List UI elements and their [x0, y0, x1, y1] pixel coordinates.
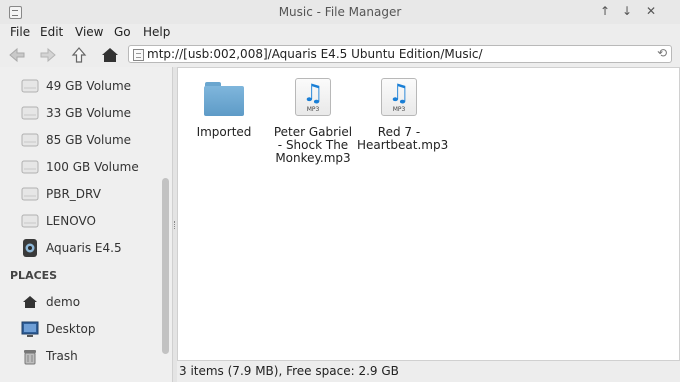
file-item-mp3[interactable]: ♫ MP3 Peter Gabriel - Shock The Monkey.m…	[271, 78, 355, 165]
up-icon	[71, 47, 87, 63]
file-name: Imported	[196, 125, 252, 139]
drive-icon	[21, 79, 39, 93]
home-icon	[23, 296, 37, 308]
sidebar-place-desktop[interactable]: Desktop	[0, 316, 160, 343]
location-document-icon	[133, 49, 144, 61]
location-bar[interactable]: mtp://[usb:002,008]/Aquaris E4.5 Ubuntu …	[128, 45, 672, 63]
menu-edit[interactable]: Edit	[40, 25, 63, 39]
status-bar: 3 items (7.9 MB), Free space: 2.9 GB	[177, 361, 680, 382]
drive-icon	[21, 187, 39, 201]
sidebar-device-aquaris[interactable]: Aquaris E4.5	[0, 235, 160, 262]
reload-icon[interactable]: ⟲	[657, 46, 667, 60]
file-manager-window: Music - File Manager ↑ ↓ ✕ File Edit Vie…	[0, 0, 680, 382]
window-title: Music - File Manager	[278, 5, 402, 19]
back-button[interactable]	[6, 45, 28, 65]
mp3-file-icon: ♫ MP3	[381, 78, 417, 116]
sidebar-place-trash[interactable]: Trash	[0, 343, 160, 370]
sidebar-device-49gb[interactable]: 49 GB Volume	[0, 73, 160, 100]
sidebar-device-85gb[interactable]: 85 GB Volume	[0, 127, 160, 154]
phone-icon	[23, 239, 37, 257]
drive-icon	[21, 214, 39, 228]
places-heading: PLACES	[10, 269, 58, 282]
close-icon[interactable]: ✕	[643, 3, 659, 19]
up-arrow-icon[interactable]: ↑	[597, 3, 613, 19]
status-text: 3 items (7.9 MB), Free space: 2.9 GB	[179, 364, 399, 378]
music-note-icon: ♫	[388, 79, 410, 107]
file-item-mp3[interactable]: ♫ MP3 Red 7 - Heartbeat.mp3	[357, 78, 449, 152]
drive-icon	[21, 160, 39, 174]
home-icon	[102, 48, 118, 62]
sidebar-item-label: demo	[46, 295, 81, 309]
trash-icon	[24, 350, 36, 365]
sidebar: 49 GB Volume 33 GB Volume 85 GB Volume 1…	[0, 67, 172, 382]
menu-view[interactable]: View	[75, 25, 103, 39]
file-view[interactable]: Imported ♫ MP3 Peter Gabriel - Shock The…	[177, 67, 680, 361]
sidebar-item-label: PBR_DRV	[46, 187, 101, 201]
menu-help[interactable]: Help	[143, 25, 170, 39]
menu-go[interactable]: Go	[114, 25, 131, 39]
sidebar-device-100gb[interactable]: 100 GB Volume	[0, 154, 160, 181]
folder-icon	[204, 82, 244, 116]
sidebar-item-label: 33 GB Volume	[46, 106, 132, 120]
menu-file[interactable]: File	[10, 25, 30, 39]
home-button[interactable]	[99, 45, 121, 65]
file-name: Red 7 - Heartbeat.mp3	[357, 125, 449, 152]
forward-button[interactable]	[37, 45, 59, 65]
down-arrow-icon[interactable]: ↓	[619, 3, 635, 19]
up-button[interactable]	[68, 45, 90, 65]
title-bar: Music - File Manager ↑ ↓ ✕	[0, 0, 680, 25]
file-item-folder[interactable]: Imported	[182, 78, 266, 139]
desktop-icon	[21, 321, 39, 337]
music-note-icon: ♫	[302, 79, 324, 107]
menu-bar: File Edit View Go Help	[0, 24, 680, 43]
drive-icon	[21, 106, 39, 120]
mp3-file-icon: ♫ MP3	[295, 78, 331, 116]
sidebar-item-label: Desktop	[46, 322, 96, 336]
drive-icon	[21, 133, 39, 147]
sidebar-item-label: 100 GB Volume	[46, 160, 139, 174]
sidebar-item-label: Trash	[46, 349, 78, 363]
sidebar-place-demo[interactable]: demo	[0, 289, 160, 316]
location-path[interactable]: mtp://[usb:002,008]/Aquaris E4.5 Ubuntu …	[147, 47, 483, 61]
back-icon	[9, 47, 25, 63]
sidebar-item-label: 85 GB Volume	[46, 133, 132, 147]
sidebar-device-pbr-drv[interactable]: PBR_DRV	[0, 181, 160, 208]
sidebar-device-lenovo[interactable]: LENOVO	[0, 208, 160, 235]
sidebar-device-33gb[interactable]: 33 GB Volume	[0, 100, 160, 127]
sidebar-item-label: Aquaris E4.5	[46, 241, 122, 255]
sidebar-item-label: LENOVO	[46, 214, 96, 228]
file-name: Peter Gabriel - Shock The Monkey.mp3	[273, 125, 353, 165]
sidebar-scrollbar[interactable]	[162, 178, 169, 354]
forward-icon	[40, 47, 56, 63]
sidebar-item-label: 49 GB Volume	[46, 79, 132, 93]
